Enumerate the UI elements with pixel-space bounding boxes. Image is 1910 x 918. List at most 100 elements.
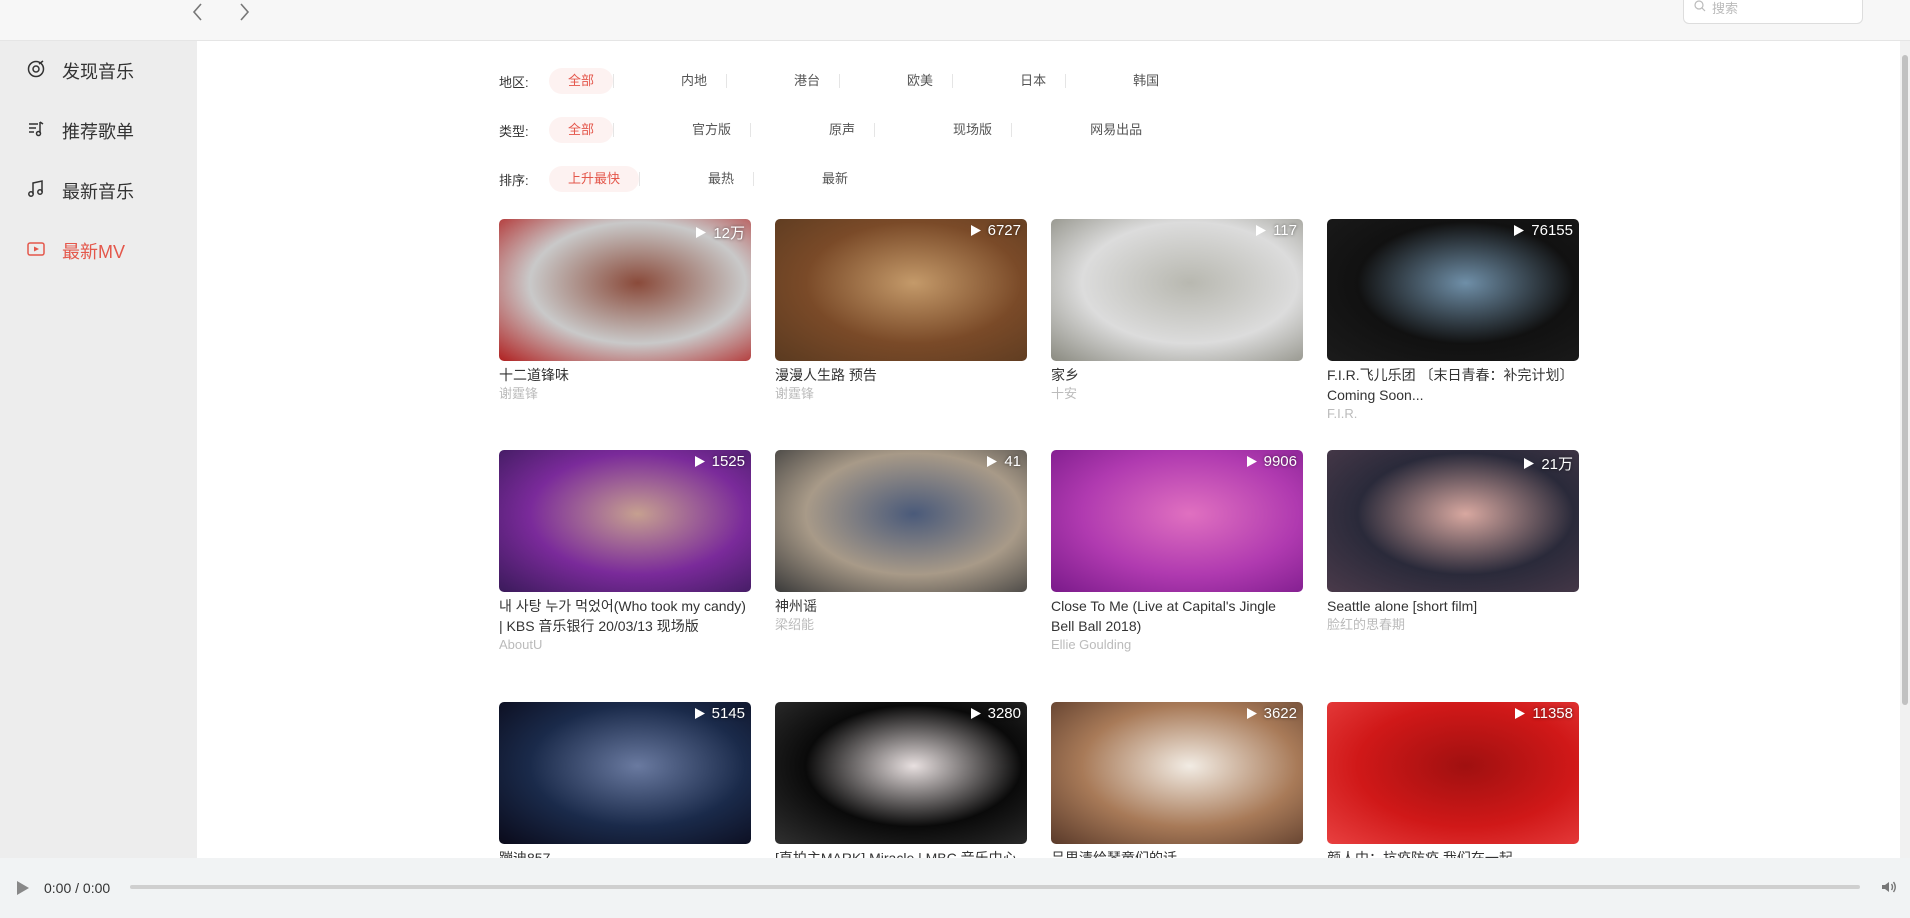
mv-title[interactable]: 내 사탕 누가 먹었어(Who took my candy) | KBS 音乐银… [499,596,751,636]
filter-type: 类型: 全部 官方版 原声 现场版 网易出品 [499,116,1221,144]
mv-card[interactable]: 41 神州谣 梁绍能 [775,450,1027,633]
play-count-value: 6727 [987,222,1021,239]
discover-icon [26,59,62,84]
play-icon [1256,225,1267,236]
sidebar-item-latest-music[interactable]: 最新音乐 [26,176,134,206]
sort-filter-option[interactable]: 最热 [689,166,755,192]
mv-title[interactable]: 十二道锋味 [499,365,751,385]
search-box[interactable] [1683,0,1863,24]
mv-artist[interactable]: AboutU [499,636,751,653]
mv-card[interactable]: 9906 Close To Me (Live at Capital's Jingl… [1051,450,1303,653]
mv-thumbnail[interactable]: 9906 [1051,450,1303,592]
mv-artist[interactable]: 十安 [1051,385,1303,402]
mv-title[interactable]: Close To Me (Live at Capital's Jingle Be… [1051,596,1303,636]
player-progress-bar[interactable] [130,885,1860,889]
mv-card[interactable]: 6727 漫漫人生路 预告 谢霆锋 [775,219,1027,402]
mv-title[interactable]: [直拍主MARK] Miracle | MBC 音乐中心 [775,848,1027,858]
mv-thumbnail[interactable]: 11358 [1327,702,1579,844]
back-arrow-icon[interactable] [188,2,208,22]
area-filter-option[interactable]: 日本 [1001,68,1067,94]
mv-title[interactable]: 吕思清给琴童们的话 [1051,848,1303,858]
mv-thumbnail[interactable]: 21万 [1327,450,1579,592]
mv-card[interactable]: 3280 [直拍主MARK] Miracle | MBC 音乐中心 [775,702,1027,858]
mv-thumbnail[interactable]: 41 [775,450,1027,592]
mv-title[interactable]: 家乡 [1051,365,1303,385]
play-icon [1515,708,1526,719]
play-count-value: 76155 [1531,222,1573,239]
play-icon [696,227,707,238]
mv-card[interactable]: 3622 吕思清给琴童们的话 [1051,702,1303,858]
sort-filter-option[interactable]: 最新 [803,166,867,192]
sidebar-item-recommended-playlists[interactable]: 推荐歌单 [26,116,134,146]
type-filter-option[interactable]: 全部 [549,117,615,143]
play-icon [694,708,705,719]
sidebar-item-label: 推荐歌单 [62,122,134,142]
main-content: 地区: 全部 内地 港台 欧美 日本 韩国 类型: 全部 官方版 原声 现场版 网易出品 排序: 上升最… [197,41,1910,858]
type-filter-option[interactable]: 现场版 [934,117,1013,143]
mv-thumbnail[interactable]: 5145 [499,702,751,844]
scrollbar-thumb[interactable] [1902,55,1908,705]
area-filter-option[interactable]: 内地 [662,68,728,94]
mv-card[interactable]: 1525 내 사탕 누가 먹었어(Who took my candy) | KBS… [499,450,751,653]
mv-card[interactable]: 76155 F.I.R.飞儿乐团 〔末日青春：补完计划〕Coming Soon..… [1327,219,1579,422]
mv-artist[interactable]: 梁绍能 [775,616,1027,633]
play-count-value: 21万 [1541,456,1573,473]
filter-label: 排序: [499,172,529,188]
play-icon [694,456,705,467]
play-count: 76155 [1513,222,1573,239]
mv-thumbnail[interactable]: 3622 [1051,702,1303,844]
sort-filter-option[interactable]: 上升最快 [549,166,641,192]
volume-icon[interactable] [1880,878,1898,896]
play-icon [1246,708,1257,719]
top-bar [0,0,1910,41]
mv-artist[interactable]: 谢霆锋 [775,385,1027,402]
mv-thumbnail[interactable]: 117 [1051,219,1303,361]
forward-arrow-icon[interactable] [234,2,254,22]
mv-card[interactable]: 12万十二道锋味 谢霆锋 [499,219,751,402]
filter-area: 地区: 全部 内地 港台 欧美 日本 韩国 [499,67,1227,95]
mv-thumbnail[interactable]: 76155 [1327,219,1579,361]
search-input[interactable] [1712,0,1852,16]
sidebar-item-label: 最新音乐 [62,182,134,202]
main-scrollbar[interactable] [1900,41,1910,858]
play-icon [970,225,981,236]
area-filter-option[interactable]: 欧美 [888,68,954,94]
play-icon [1246,456,1257,467]
sidebar-item-latest-mv[interactable]: 最新MV [26,236,125,266]
mv-thumbnail[interactable]: 3280 [775,702,1027,844]
mv-title[interactable]: 神州谣 [775,596,1027,616]
sidebar: 发现音乐 推荐歌单 最新音乐 最新MV [0,41,197,858]
type-filter-option[interactable]: 网易出品 [1071,117,1161,143]
mv-thumbnail[interactable]: 12万 [499,219,751,361]
area-filter-option[interactable]: 港台 [775,68,841,94]
mv-artist[interactable]: F.I.R. [1327,405,1579,422]
play-icon [970,708,981,719]
play-count: 21万 [1523,453,1573,474]
mv-thumbnail[interactable]: 6727 [775,219,1027,361]
mv-card[interactable]: 117 家乡 十安 [1051,219,1303,402]
mv-artist[interactable]: 脸红的思春期 [1327,616,1579,633]
mv-title[interactable]: F.I.R.飞儿乐团 〔末日青春：补完计划〕Coming Soon... [1327,365,1579,405]
area-filter-option[interactable]: 韩国 [1114,68,1178,94]
play-icon[interactable] [16,880,30,896]
mv-thumbnail[interactable]: 1525 [499,450,751,592]
type-filter-option[interactable]: 官方版 [673,117,752,143]
mv-artist[interactable]: 谢霆锋 [499,385,751,402]
mv-card[interactable]: 21万 Seattle alone [short film] 脸红的思春期 [1327,450,1579,633]
play-count: 9906 [1246,453,1297,470]
area-filter-option[interactable]: 全部 [549,68,615,94]
sidebar-item-label: 最新MV [62,242,125,262]
sidebar-item-discover-music[interactable]: 发现音乐 [26,56,134,86]
mv-artist[interactable]: Ellie Goulding [1051,636,1303,653]
type-filter-option[interactable]: 原声 [810,117,876,143]
mv-title[interactable]: 颜人中：抗疫防疫 我们在一起 [1327,848,1579,858]
mv-title[interactable]: Seattle alone [short film] [1327,596,1579,616]
mv-card[interactable]: 5145 蹦迪857 [499,702,751,858]
mv-card[interactable]: 11358 颜人中：抗疫防疫 我们在一起 [1327,702,1579,858]
play-count-value: 3622 [1263,705,1297,722]
play-count: 6727 [970,222,1021,239]
mv-title[interactable]: 蹦迪857 [499,848,751,858]
search-icon [1694,0,1712,17]
mv-title[interactable]: 漫漫人生路 预告 [775,365,1027,385]
play-count-value: 3280 [987,705,1021,722]
